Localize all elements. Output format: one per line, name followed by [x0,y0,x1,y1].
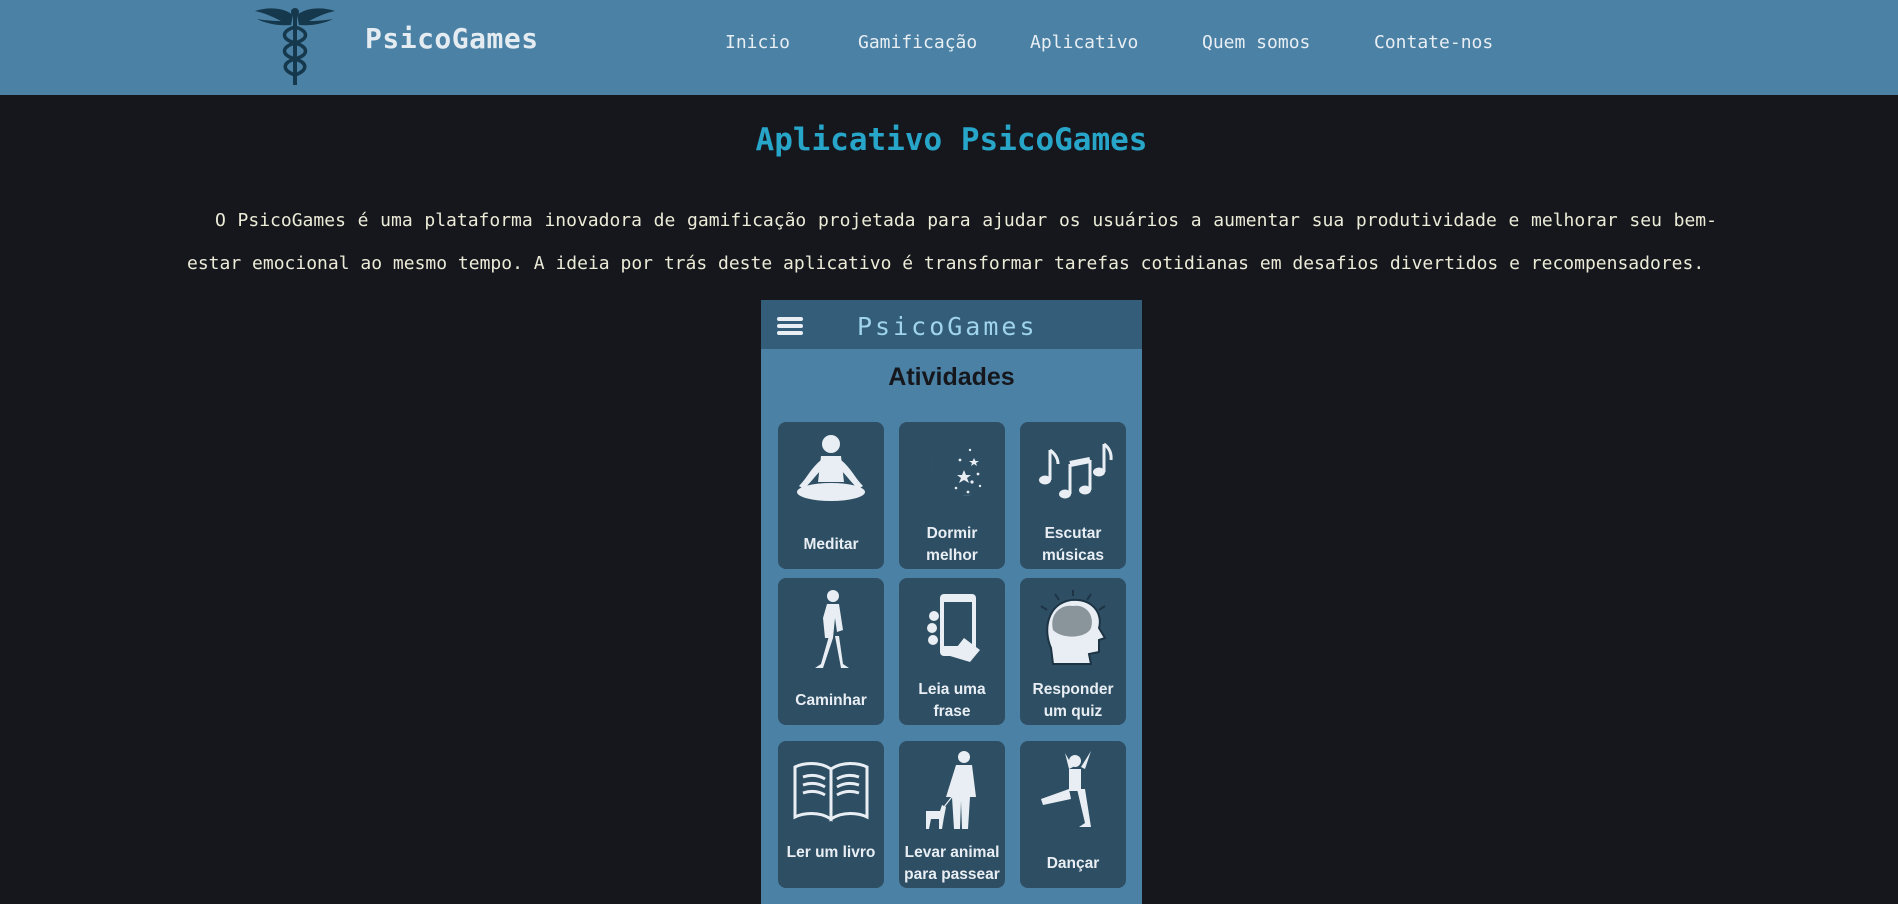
intro-paragraph: O PsicoGames é uma plataforma inovadora … [187,210,1717,274]
walking-person-icon [815,590,849,668]
head-brain-icon [1040,590,1107,665]
activity-label: Meditar [803,536,859,553]
nav-link-inicio[interactable]: Inicio [725,32,790,53]
meditation-icon [797,435,865,501]
nav-link-gamificacao[interactable]: Gamificação [858,32,977,53]
music-notes-icon [1039,442,1113,499]
activity-tile-dormir-melhor[interactable]: Dormir melhor [899,422,1005,569]
activity-tile-responder-um-quiz[interactable]: Responder um quiz [1020,578,1126,725]
activity-label: Caminhar [795,692,867,709]
nav-link-contate-nos[interactable]: Contate-nos [1374,32,1493,53]
page-title: Aplicativo PsicoGames [755,122,1148,158]
activities-title: Atividades [888,363,1015,391]
activity-tile-caminhar[interactable]: Caminhar [778,578,884,725]
activity-tile-ler-um-livro[interactable]: Ler um livro [778,741,884,888]
app-topbar: PsicoGames [761,300,1142,349]
moon-stars-icon [931,442,982,497]
activity-label: Levar animal para passear [904,844,1000,883]
activity-label: Ler um livro [786,844,876,861]
activity-tile-levar-animal[interactable]: Levar animal para passear [899,741,1005,888]
nav-link-quem-somos[interactable]: Quem somos [1202,32,1310,53]
activity-label: Leia uma frase [918,681,986,720]
activity-label: Dormir melhor [926,525,978,564]
hamburger-menu-icon[interactable] [777,317,803,335]
site-header: PsicoGames Inicio Gamificação Aplicativo… [0,0,1898,95]
app-screenshot: PsicoGames Atividades Meditar Dormir mel… [761,300,1142,904]
nav-link-aplicativo[interactable]: Aplicativo [1030,32,1138,53]
open-book-icon [793,762,869,822]
dog-walk-icon [926,751,976,829]
activity-tile-escutar-musicas[interactable]: Escutar músicas [1020,422,1126,569]
activity-tile-leia-uma-frase[interactable]: Leia uma frase [899,578,1005,725]
activity-tile-dancar[interactable]: Dançar [1020,741,1126,888]
activity-tile-meditar[interactable]: Meditar [778,422,884,569]
dancer-icon [1041,751,1091,827]
phone-hand-icon [927,594,980,662]
app-brand: PsicoGames [857,312,1038,341]
activity-label: Escutar músicas [1041,525,1105,564]
activity-label: Responder um quiz [1032,681,1114,720]
main-nav: Inicio Gamificação Aplicativo Quem somos… [0,32,1898,62]
activity-label: Dançar [1046,855,1100,872]
